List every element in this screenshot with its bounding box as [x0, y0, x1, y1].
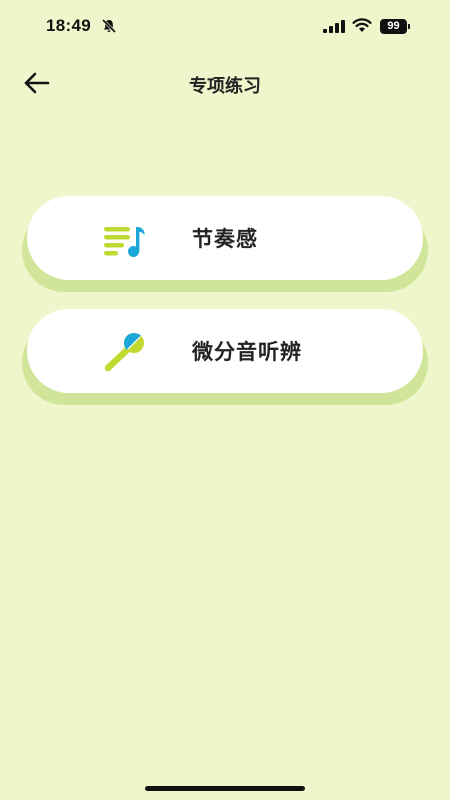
status-time: 18:49 [46, 16, 91, 35]
microtone-practice-button[interactable]: 微分音听辨 [22, 309, 428, 405]
wifi-icon [352, 18, 372, 32]
nav-bar: 专项练习 [0, 60, 450, 108]
microphone-icon [104, 332, 144, 372]
rhythm-practice-button[interactable]: 节奏感 [22, 196, 428, 292]
card-face: 节奏感 [27, 196, 423, 280]
battery-indicator: 99 [380, 19, 410, 34]
music-list-icon [104, 227, 145, 257]
card-face: 微分音听辨 [27, 309, 423, 393]
home-indicator[interactable] [145, 786, 305, 791]
card-label: 节奏感 [192, 227, 258, 251]
battery-tip [408, 24, 410, 29]
card-label: 微分音听辨 [192, 340, 302, 364]
page-title: 专项练习 [189, 76, 261, 97]
status-bar: 18:49 99 [0, 0, 450, 54]
battery-level: 99 [380, 19, 407, 34]
cellular-signal-icon [323, 20, 345, 33]
bell-muted-icon [101, 18, 117, 34]
